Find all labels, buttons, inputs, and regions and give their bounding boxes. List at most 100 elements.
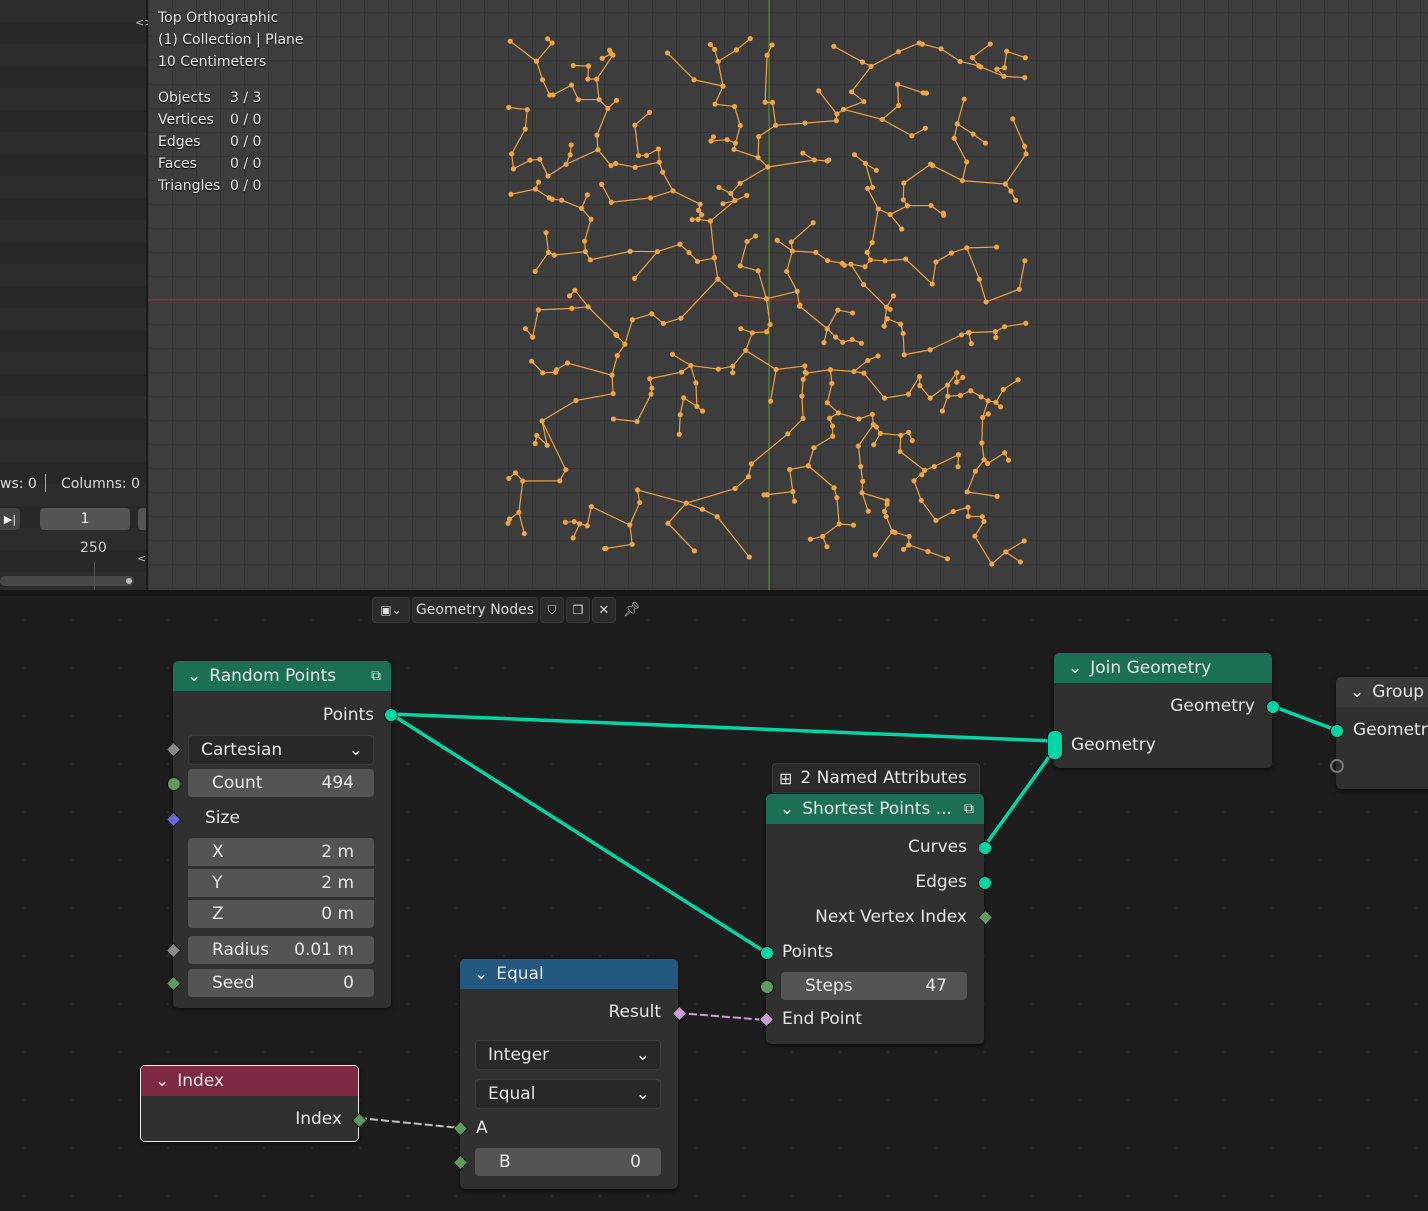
size-x-field[interactable]: X 2 m [188,838,374,866]
node-tree-name-field[interactable]: Geometry Nodes [412,597,538,623]
curve-network [505,35,1029,567]
curve-segment [584,219,592,242]
distribute-mode-select[interactable]: Cartesian ⌄ [188,735,374,765]
node-group-icon[interactable]: ⧉ [964,801,974,817]
curve-vertex [800,415,806,421]
curve-vertex [520,478,526,484]
frame-start-field[interactable] [138,508,146,530]
field-value: 494 [321,773,354,793]
curve-vertex [901,180,907,186]
curve-segment [897,84,900,106]
curve-segment [716,516,750,558]
curve-vertex [797,302,803,308]
curve-vertex [1010,116,1016,122]
collapse-chevron-icon[interactable]: ⌄ [474,964,488,984]
node-group-icon[interactable]: ⧉ [371,668,381,684]
steps-input-socket[interactable] [760,980,774,994]
curve-segment [524,109,528,130]
curve-vertex [647,376,653,382]
node-header[interactable]: ⌄ Equal [460,959,678,989]
curve-segment [974,535,993,565]
curve-segment [881,118,913,137]
group-output-node[interactable]: ⌄ Group Geometry [1330,677,1428,789]
node-header[interactable]: ⌄ Random Points ⧉ [173,661,391,691]
operation-select[interactable]: Equal ⌄ [475,1079,661,1109]
curve-segment [597,149,612,166]
node-header[interactable]: ⌄ Join Geometry [1054,653,1272,683]
expand-arrow-icon[interactable]: < [137,552,146,565]
count-input-socket[interactable] [167,777,181,791]
curve-segment [956,123,974,135]
current-frame-field[interactable]: 1 [40,508,130,530]
geometry-output-socket[interactable] [1266,700,1280,714]
duplicate-button[interactable]: ❐ [566,597,590,623]
timeline-scrollbar[interactable] [0,576,134,586]
unlink-button[interactable]: ✕ [592,597,616,623]
shortest-points-node[interactable]: ⌄ Shortest Points ... ⧉ Curves Edges Nex… [758,794,994,1044]
seed-field[interactable]: Seed 0 [188,969,374,997]
data-type-select[interactable]: Integer ⌄ [475,1040,661,1070]
geometry-input-label: Geometry [1353,720,1428,740]
curves-output-socket[interactable] [978,841,992,855]
count-field[interactable]: Count 494 [188,769,374,797]
geometry-input-socket[interactable] [1330,724,1344,738]
edges-output-socket[interactable] [978,876,992,890]
curve-vertex [743,347,749,354]
equal-node[interactable]: ⌄ Equal Result Integer ⌄ Equal ⌄ A B0 [452,959,688,1189]
curve-segment [981,417,984,443]
collapse-chevron-icon[interactable]: ⌄ [187,666,201,686]
node-tree-type-button[interactable]: ▣⌄ [372,597,410,623]
steps-field[interactable]: Steps 47 [781,972,967,1000]
3d-viewport[interactable]: Top Orthographic (1) Collection | Plane … [148,0,1428,590]
random-points-node[interactable]: ⌄ Random Points ⧉ Points Cartesian ⌄ Coun… [165,661,398,1008]
stat-label: Vertices [158,112,214,128]
node-header[interactable]: ⌄ Group [1336,677,1428,707]
radius-field[interactable]: Radius 0.01 m [188,936,374,964]
curve-vertex [978,394,984,400]
curve-vertex [669,351,676,357]
size-z-field[interactable]: Z 0 m [188,900,374,928]
curve-vertex [993,334,999,341]
collapse-chevron-icon[interactable]: ⌄ [780,799,794,819]
spreadsheet-panel[interactable]: ws: 0 Columns: 0 ▶| 1 250 [0,0,146,590]
curve-segment [881,105,899,120]
curve-segment [766,290,798,300]
curve-vertex [992,329,998,335]
geometry-multi-input-socket[interactable] [1047,730,1063,760]
curve-segment [632,313,652,321]
pin-button[interactable]: 📌︎ [618,598,646,622]
curve-segment [667,502,687,524]
curve-segment [509,40,537,62]
curve-vertex [881,508,888,514]
node-header[interactable]: ⌄ Index [141,1066,358,1096]
collapse-chevron-icon[interactable]: ⌄ [1350,682,1364,702]
curve-vertex [610,416,617,422]
jump-end-button[interactable]: ▶| [0,508,20,530]
points-output-socket[interactable] [384,708,398,722]
curve-segment [807,447,815,467]
curve-segment [935,510,954,521]
size-y-field[interactable]: Y 2 m [188,869,374,897]
points-input-socket[interactable] [760,946,774,960]
curve-vertex [824,326,830,332]
curve-segment [667,52,695,81]
curve-segment [690,365,697,384]
empty-input-socket[interactable] [1330,759,1344,773]
curve-vertex [731,103,738,110]
curve-segment [667,522,695,552]
b-field[interactable]: B0 [475,1148,661,1176]
scrollbar-handle[interactable] [126,578,132,584]
copy-icon: ❐ [572,603,584,617]
collapse-chevron-icon[interactable]: ⌄ [155,1071,169,1091]
curve-segment [624,319,633,345]
close-icon: ✕ [598,602,610,618]
collapse-chevron-icon[interactable]: ⌄ [1068,658,1082,678]
node-header[interactable]: ⌄ Shortest Points ... ⧉ [766,794,984,824]
curve-vertex [540,370,546,376]
index-node[interactable]: ⌄ Index Index [140,1065,368,1142]
curve-vertex [890,293,896,299]
fake-user-button[interactable]: ⛉ [540,597,564,623]
field-label: B [499,1152,511,1172]
named-attributes-badge[interactable]: ⊞ 2 Named Attributes [772,763,980,793]
join-geometry-node[interactable]: ⌄ Join Geometry Geometry Geometry [1047,653,1280,768]
